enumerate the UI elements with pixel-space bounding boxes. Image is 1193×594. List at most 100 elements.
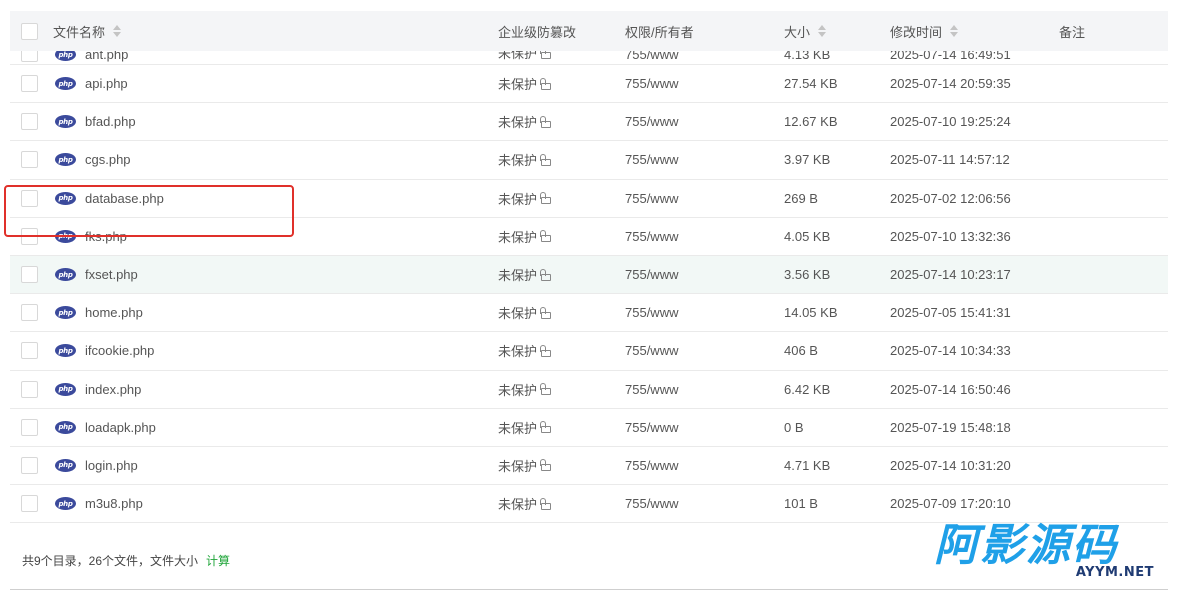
header-size[interactable]: 大小 bbox=[784, 22, 890, 41]
permission-cell[interactable]: 755/www bbox=[625, 420, 784, 435]
lock-icon[interactable] bbox=[540, 230, 552, 243]
file-name-cell[interactable]: php m3u8.php bbox=[53, 496, 498, 511]
file-name[interactable]: cgs.php bbox=[85, 152, 131, 167]
file-name[interactable]: home.php bbox=[85, 305, 143, 320]
row-checkbox[interactable] bbox=[21, 75, 38, 93]
file-name[interactable]: api.php bbox=[85, 76, 128, 91]
lock-icon[interactable] bbox=[540, 421, 552, 434]
file-name[interactable]: login.php bbox=[85, 458, 138, 473]
table-row[interactable]: php login.php 未保护 755/www 4.71 KB 2025-07-14 … bbox=[10, 446, 1168, 486]
permission-cell[interactable]: 755/www bbox=[625, 191, 784, 206]
select-all-checkbox[interactable] bbox=[21, 22, 38, 40]
lock-icon[interactable] bbox=[540, 115, 552, 128]
protection-cell[interactable]: 未保护 bbox=[498, 112, 625, 131]
protection-cell[interactable]: 未保护 bbox=[498, 456, 625, 475]
row-checkbox[interactable] bbox=[21, 113, 38, 131]
protection-cell[interactable]: 未保护 bbox=[498, 74, 625, 93]
file-name[interactable]: fxset.php bbox=[85, 267, 138, 282]
protection-status: 未保护 bbox=[498, 420, 538, 436]
row-checkbox[interactable] bbox=[21, 456, 38, 474]
permission-cell[interactable]: 755/www bbox=[625, 496, 784, 511]
size-cell: 4.05 KB bbox=[784, 228, 831, 244]
file-name[interactable]: m3u8.php bbox=[85, 496, 143, 511]
file-name-cell[interactable]: php loadapk.php bbox=[53, 420, 498, 435]
permission-cell[interactable]: 755/www bbox=[625, 76, 784, 91]
php-file-icon: php bbox=[55, 115, 76, 129]
sort-icon[interactable] bbox=[113, 25, 122, 37]
protection-cell[interactable]: 未保护 bbox=[498, 150, 625, 169]
protection-status: 未保护 bbox=[498, 268, 538, 284]
permission-cell[interactable]: 755/www bbox=[625, 267, 784, 282]
header-protection: 企业级防篡改 bbox=[498, 24, 577, 40]
permission-cell[interactable]: 755/www bbox=[625, 114, 784, 129]
file-name[interactable]: index.php bbox=[85, 382, 141, 397]
row-checkbox[interactable] bbox=[21, 380, 38, 398]
protection-cell[interactable]: 未保护 bbox=[498, 494, 625, 513]
lock-icon[interactable] bbox=[540, 77, 552, 90]
row-checkbox[interactable] bbox=[21, 495, 38, 513]
mtime-cell: 2025-07-19 15:48:18 bbox=[890, 419, 1011, 435]
mtime-cell: 2025-07-09 17:20:10 bbox=[890, 496, 1011, 512]
protection-cell[interactable]: 未保护 bbox=[498, 380, 625, 399]
file-name-cell[interactable]: php api.php bbox=[53, 76, 498, 91]
file-name-cell[interactable]: php fxset.php bbox=[53, 267, 498, 282]
table-row[interactable]: php m3u8.php 未保护 755/www 101 B 2025-07-09 17:… bbox=[10, 485, 1168, 524]
table-row[interactable]: php ifcookie.php 未保护 755/www 406 B 2025-07-14… bbox=[10, 332, 1168, 371]
protection-cell[interactable]: 未保护 bbox=[498, 418, 625, 437]
lock-icon[interactable] bbox=[540, 153, 552, 166]
row-checkbox[interactable] bbox=[21, 304, 38, 322]
permission-cell[interactable]: 755/www bbox=[625, 458, 784, 473]
file-name-cell[interactable]: php home.php bbox=[53, 305, 498, 320]
protection-cell[interactable]: 未保护 bbox=[498, 341, 625, 360]
lock-icon[interactable] bbox=[540, 268, 552, 281]
protection-status: 未保护 bbox=[498, 229, 538, 245]
table-row[interactable]: php home.php 未保护 755/www 14.05 KB 2025-07-05 … bbox=[10, 294, 1168, 333]
table-row[interactable]: php bfad.php 未保护 755/www 12.67 KB 2025-07-10 … bbox=[10, 103, 1168, 142]
row-checkbox[interactable] bbox=[21, 418, 38, 436]
permission-cell[interactable]: 755/www bbox=[625, 229, 784, 244]
calc-size-link[interactable]: 计算 bbox=[206, 554, 230, 568]
sort-icon[interactable] bbox=[950, 25, 959, 37]
protection-status: 未保护 bbox=[498, 115, 538, 131]
table-row[interactable]: php cgs.php 未保护 755/www 3.97 KB 2025-07-11 14… bbox=[10, 141, 1168, 180]
file-name-cell[interactable]: php bfad.php bbox=[53, 114, 498, 129]
file-name[interactable]: bfad.php bbox=[85, 114, 136, 129]
permission-cell[interactable]: 755/www bbox=[625, 152, 784, 167]
mtime-cell: 2025-07-14 10:23:17 bbox=[890, 267, 1011, 283]
row-checkbox[interactable] bbox=[21, 151, 38, 169]
size-cell: 101 B bbox=[784, 496, 818, 512]
sort-icon[interactable] bbox=[818, 25, 827, 37]
row-checkbox[interactable] bbox=[21, 342, 38, 360]
protection-cell[interactable]: 未保护 bbox=[498, 303, 625, 322]
protection-cell[interactable]: 未保护 bbox=[498, 189, 625, 208]
file-name-cell[interactable]: php cgs.php bbox=[53, 152, 498, 167]
lock-icon[interactable] bbox=[540, 383, 552, 396]
protection-status: 未保护 bbox=[498, 497, 538, 513]
protection-status: 未保护 bbox=[498, 306, 538, 322]
protection-cell[interactable]: 未保护 bbox=[498, 227, 625, 246]
table-row[interactable]: php loadapk.php 未保护 755/www 0 B 2025-07-19 15… bbox=[10, 408, 1168, 447]
lock-icon[interactable] bbox=[540, 497, 552, 510]
header-mtime[interactable]: 修改时间 bbox=[890, 22, 1059, 41]
protection-status: 未保护 bbox=[498, 382, 538, 398]
table-row[interactable]: php api.php 未保护 755/www 27.54 KB 2025-07-14 2… bbox=[10, 65, 1168, 104]
protection-cell[interactable]: 未保护 bbox=[498, 265, 625, 284]
permission-cell[interactable]: 755/www bbox=[625, 305, 784, 320]
size-cell: 3.56 KB bbox=[784, 267, 831, 283]
lock-icon[interactable] bbox=[540, 344, 552, 357]
header-check-cell bbox=[10, 22, 53, 40]
lock-icon[interactable] bbox=[540, 459, 552, 472]
lock-icon[interactable] bbox=[540, 192, 552, 205]
table-row[interactable]: php index.php 未保护 755/www 6.42 KB 2025-07-14 … bbox=[10, 370, 1168, 409]
file-name[interactable]: ifcookie.php bbox=[85, 343, 154, 358]
permission-cell[interactable]: 755/www bbox=[625, 382, 784, 397]
file-name[interactable]: loadapk.php bbox=[85, 420, 156, 435]
file-name-cell[interactable]: php login.php bbox=[53, 458, 498, 473]
permission-cell[interactable]: 755/www bbox=[625, 343, 784, 358]
row-checkbox[interactable] bbox=[21, 266, 38, 284]
file-name-cell[interactable]: php ifcookie.php bbox=[53, 343, 498, 358]
lock-icon[interactable] bbox=[540, 306, 552, 319]
table-row[interactable]: php fxset.php 未保护 755/www 3.56 KB 2025-07-14 … bbox=[10, 255, 1168, 295]
header-name[interactable]: 文件名称 bbox=[53, 22, 498, 41]
file-name-cell[interactable]: php index.php bbox=[53, 382, 498, 397]
